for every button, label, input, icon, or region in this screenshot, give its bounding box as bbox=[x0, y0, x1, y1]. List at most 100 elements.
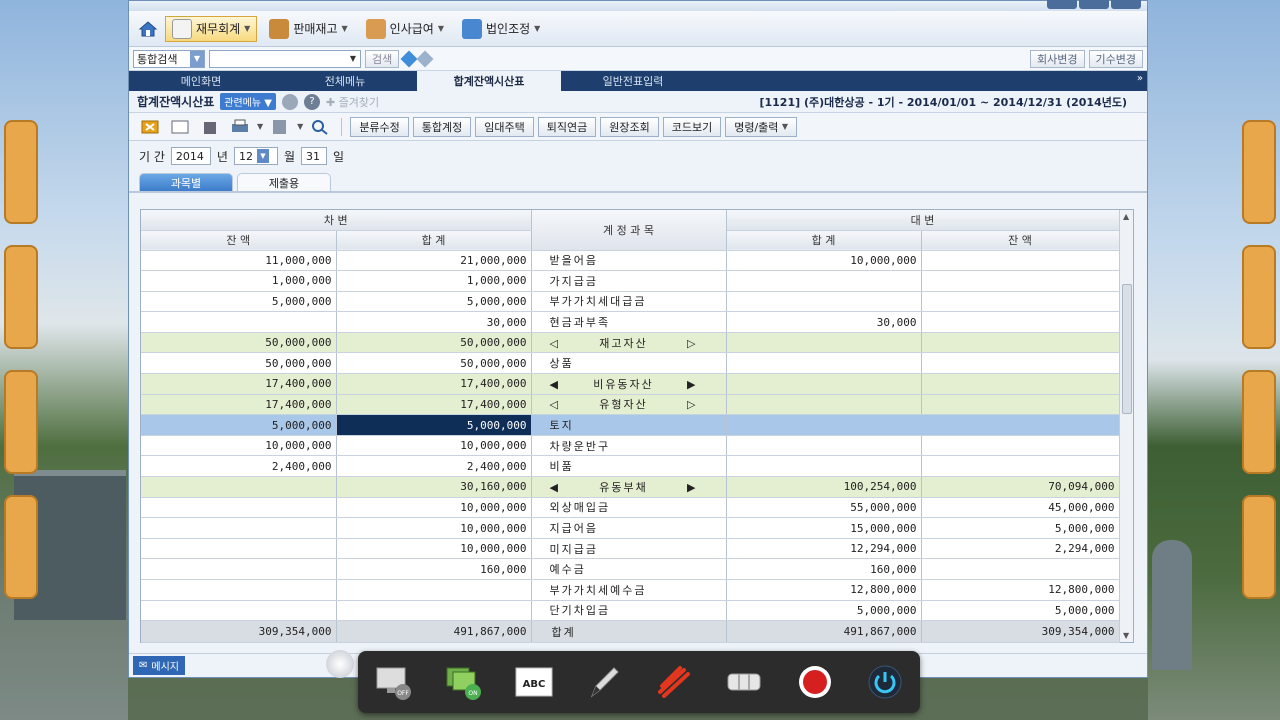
credit-total-cell[interactable]: 160,000 bbox=[726, 558, 922, 580]
debit-total-cell[interactable]: 17,400,000 bbox=[336, 373, 532, 395]
debit-total-cell[interactable]: 30,000 bbox=[336, 311, 532, 333]
classification-edit-button[interactable]: 분류수정 bbox=[350, 116, 409, 137]
debit-total-cell[interactable]: 50,000,000 bbox=[336, 352, 532, 375]
code-view-button[interactable]: 코드보기 bbox=[662, 116, 722, 137]
vertical-scrollbar[interactable]: ▲ ▼ bbox=[1119, 210, 1133, 642]
highlighter-icon[interactable] bbox=[652, 660, 696, 704]
debit-total-cell[interactable]: 17,400,000 bbox=[336, 394, 532, 416]
debit-balance-cell[interactable] bbox=[141, 558, 337, 580]
account-cell[interactable]: ◀비유동자산▶ bbox=[531, 373, 727, 395]
close-button[interactable] bbox=[1111, 0, 1141, 9]
account-cell[interactable]: ◁유형자산▷ bbox=[531, 394, 727, 416]
window-on-icon[interactable]: ON bbox=[441, 660, 485, 704]
debit-total-cell[interactable]: 5,000,000 bbox=[336, 291, 532, 313]
debit-total-cell[interactable]: 1,000,000 bbox=[336, 270, 532, 292]
debit-total-cell[interactable] bbox=[336, 600, 532, 622]
credit-total-cell[interactable] bbox=[726, 270, 922, 292]
debit-balance-cell[interactable] bbox=[141, 497, 337, 519]
credit-total-cell[interactable] bbox=[726, 332, 922, 354]
toolbar-drag-handle[interactable] bbox=[326, 650, 354, 678]
table-row[interactable]: 50,000,000 50,000,000 ◁재고자산▷ bbox=[141, 332, 1120, 354]
bookmark-button[interactable]: ✚ 즐겨찾기 bbox=[326, 94, 379, 110]
credit-balance-cell[interactable] bbox=[921, 414, 1120, 436]
account-cell[interactable]: 부가가치세대급금 bbox=[531, 291, 727, 313]
credit-balance-cell[interactable]: 45,000,000 bbox=[921, 497, 1120, 519]
record-icon[interactable] bbox=[793, 660, 837, 704]
chevron-down-icon[interactable]: ▼ bbox=[257, 122, 263, 131]
credit-balance-cell[interactable] bbox=[921, 291, 1120, 313]
account-cell[interactable]: 가지급금 bbox=[531, 270, 727, 292]
credit-balance-cell[interactable] bbox=[921, 455, 1120, 478]
table-row[interactable]: 17,400,000 17,400,000 ◀비유동자산▶ bbox=[141, 373, 1120, 395]
credit-balance-cell[interactable] bbox=[921, 435, 1120, 457]
debit-balance-cell[interactable]: 5,000,000 bbox=[141, 414, 337, 436]
credit-total-cell[interactable] bbox=[726, 352, 922, 375]
table-row[interactable]: 2,400,000 2,400,000 비품 bbox=[141, 455, 1120, 478]
credit-total-cell[interactable]: 10,000,000 bbox=[726, 250, 922, 272]
table-row[interactable]: 1,000,000 1,000,000 가지급금 bbox=[141, 270, 1120, 292]
table-row[interactable]: 10,000,000 미지급금 12,294,000 2,294,000 bbox=[141, 538, 1120, 560]
credit-balance-cell[interactable]: 2,294,000 bbox=[921, 538, 1120, 560]
credit-total-cell[interactable] bbox=[726, 373, 922, 395]
table-row[interactable]: 부가가치세예수금 12,800,000 12,800,000 bbox=[141, 579, 1120, 601]
account-cell[interactable]: 외상매입금 bbox=[531, 497, 727, 519]
debit-balance-cell[interactable]: 10,000,000 bbox=[141, 435, 337, 457]
month-select[interactable]: 12 ▼ bbox=[233, 147, 278, 165]
minimize-button[interactable] bbox=[1047, 0, 1077, 9]
account-cell[interactable]: 상품 bbox=[531, 352, 727, 375]
debit-total-cell[interactable]: 2,400,000 bbox=[336, 455, 532, 478]
account-cell[interactable]: 차량운반구 bbox=[531, 435, 727, 457]
credit-balance-cell[interactable]: 12,800,000 bbox=[921, 579, 1120, 601]
tab-journal-entry[interactable]: 일반전표입력 bbox=[561, 71, 705, 91]
chevron-down-icon[interactable]: ▼ bbox=[297, 122, 303, 131]
credit-total-cell[interactable]: 30,000 bbox=[726, 311, 922, 333]
debit-balance-cell[interactable]: 11,000,000 bbox=[141, 250, 337, 272]
eraser-icon[interactable] bbox=[722, 660, 766, 704]
account-cell[interactable]: 비품 bbox=[531, 455, 727, 478]
menu-financial-accounting[interactable]: 재무회계 ▼ bbox=[165, 15, 258, 42]
print-icon[interactable] bbox=[227, 117, 253, 137]
period-change-button[interactable]: 기수변경 bbox=[1088, 49, 1143, 68]
credit-balance-cell[interactable]: 5,000,000 bbox=[921, 600, 1120, 622]
debit-balance-cell[interactable] bbox=[141, 600, 337, 622]
tab-all-menu[interactable]: 전체메뉴 bbox=[273, 71, 417, 91]
ledger-view-button[interactable]: 원장조회 bbox=[600, 116, 659, 137]
table-row[interactable]: 11,000,000 21,000,000 받을어음 10,000,000 bbox=[141, 250, 1120, 272]
credit-balance-cell[interactable] bbox=[921, 332, 1120, 354]
company-change-button[interactable]: 회사변경 bbox=[1030, 49, 1085, 68]
credit-balance-cell[interactable] bbox=[921, 250, 1120, 272]
debit-total-cell[interactable]: 30,160,000 bbox=[336, 476, 532, 498]
credit-total-cell[interactable] bbox=[726, 394, 922, 416]
menu-corporate-adjustment[interactable]: 법인조정 ▼ bbox=[456, 16, 546, 42]
search-type-select[interactable]: 통합검색 ▼ bbox=[133, 49, 205, 68]
credit-balance-cell[interactable] bbox=[921, 394, 1120, 416]
table-row[interactable]: 160,000 예수금 160,000 bbox=[141, 558, 1120, 580]
credit-balance-cell[interactable] bbox=[921, 270, 1120, 292]
monitor-off-icon[interactable]: OFF bbox=[371, 660, 415, 704]
debit-total-cell[interactable]: 10,000,000 bbox=[336, 497, 532, 519]
debit-balance-cell[interactable] bbox=[141, 311, 337, 333]
credit-balance-cell[interactable]: 70,094,000 bbox=[921, 476, 1120, 498]
home-icon[interactable] bbox=[137, 18, 159, 40]
debit-balance-cell[interactable] bbox=[141, 517, 337, 539]
command-output-button[interactable]: 명령/출력 ▼ bbox=[725, 116, 798, 137]
debit-balance-cell[interactable] bbox=[141, 579, 337, 601]
account-cell[interactable]: 미지급금 bbox=[531, 538, 727, 560]
debit-balance-cell[interactable] bbox=[141, 476, 337, 498]
credit-total-cell[interactable]: 5,000,000 bbox=[726, 600, 922, 622]
pen-icon[interactable] bbox=[582, 660, 626, 704]
debit-balance-cell[interactable] bbox=[141, 538, 337, 560]
credit-balance-cell[interactable] bbox=[921, 558, 1120, 580]
tab-by-account[interactable]: 과목별 bbox=[139, 173, 233, 191]
table-row[interactable]: 30,000 현금과부족 30,000 bbox=[141, 311, 1120, 333]
account-cell[interactable]: 부가가치세예수금 bbox=[531, 579, 727, 601]
credit-total-cell[interactable] bbox=[726, 414, 922, 436]
debit-balance-cell[interactable]: 50,000,000 bbox=[141, 332, 337, 354]
debit-balance-cell[interactable]: 50,000,000 bbox=[141, 352, 337, 375]
table-row[interactable]: 10,000,000 10,000,000 차량운반구 bbox=[141, 435, 1120, 457]
help-icon[interactable]: ? bbox=[303, 93, 320, 110]
tab-submission[interactable]: 제출용 bbox=[237, 173, 331, 191]
credit-total-cell[interactable]: 15,000,000 bbox=[726, 517, 922, 539]
credit-total-cell[interactable] bbox=[726, 291, 922, 313]
credit-total-cell[interactable] bbox=[726, 435, 922, 457]
